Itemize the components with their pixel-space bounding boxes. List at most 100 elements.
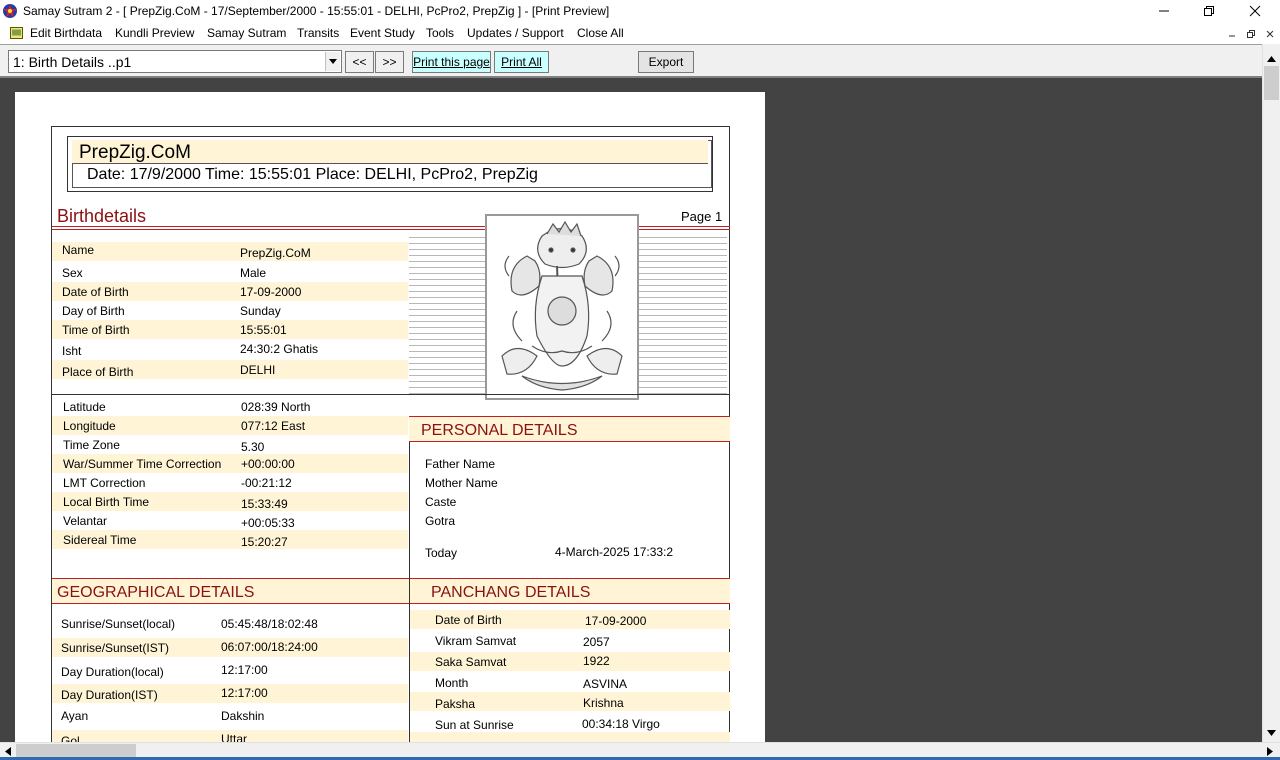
mdi-close-button[interactable] bbox=[1263, 27, 1277, 40]
restore-icon bbox=[1204, 6, 1214, 16]
field-value: Krishna bbox=[583, 696, 624, 710]
field-value: 2057 bbox=[583, 635, 610, 649]
row-stripe bbox=[410, 732, 730, 742]
export-button[interactable]: Export bbox=[638, 51, 694, 73]
ganesha-icon bbox=[501, 220, 623, 391]
field-value: DELHI bbox=[240, 363, 276, 377]
scroll-up-icon[interactable] bbox=[1267, 56, 1276, 62]
field-value: Sunday bbox=[240, 304, 281, 318]
field-label: Gol bbox=[61, 734, 80, 742]
app-logo-icon bbox=[3, 4, 17, 18]
field-label: Paksha bbox=[435, 697, 476, 711]
document-icon bbox=[10, 27, 23, 39]
restore-button[interactable] bbox=[1186, 0, 1232, 22]
menu-transits[interactable]: Transits bbox=[297, 26, 339, 40]
divider bbox=[52, 394, 730, 395]
field-value: 17-09-2000 bbox=[585, 614, 647, 628]
close-button[interactable] bbox=[1232, 0, 1278, 22]
next-page-button[interactable]: >> bbox=[375, 51, 404, 73]
field-label: Sunrise/Sunset(local) bbox=[61, 617, 176, 631]
field-value: +00:00:00 bbox=[241, 457, 295, 471]
page-select-value: 1: Birth Details ..p1 bbox=[13, 54, 132, 70]
field-label: Father Name bbox=[425, 457, 496, 471]
menu-tools[interactable]: Tools bbox=[426, 26, 454, 40]
title-bar: Samay Sutram 2 - [ PrepZig.CoM - 17/Sept… bbox=[0, 0, 1280, 22]
field-label: Day of Birth bbox=[62, 304, 125, 318]
field-label: Place of Birth bbox=[62, 365, 134, 379]
field-label: Sunrise/Sunset(IST) bbox=[61, 641, 170, 655]
menu-event-study[interactable]: Event Study bbox=[350, 26, 415, 40]
field-label: Mother Name bbox=[425, 476, 498, 490]
mdi-restore-button[interactable] bbox=[1244, 27, 1258, 40]
minimize-icon bbox=[1159, 10, 1169, 12]
close-icon bbox=[1249, 5, 1261, 17]
geographical-details-heading: GEOGRAPHICAL DETAILS bbox=[57, 584, 255, 601]
menu-kundli-preview[interactable]: Kundli Preview bbox=[115, 26, 194, 40]
field-value: 06:07:00/18:24:00 bbox=[221, 640, 318, 654]
menu-updates-support[interactable]: Updates / Support bbox=[467, 26, 564, 40]
chevron-down-icon[interactable] bbox=[325, 52, 340, 71]
field-label: Time of Birth bbox=[62, 323, 130, 337]
panchang-details-heading: PANCHANG DETAILS bbox=[431, 584, 591, 601]
field-value: 17-09-2000 bbox=[240, 285, 302, 299]
field-label: Latitude bbox=[63, 400, 106, 414]
scroll-down-icon[interactable] bbox=[1267, 730, 1276, 736]
field-value: Dakshin bbox=[221, 709, 265, 723]
field-label: Isht bbox=[62, 344, 82, 358]
ganesha-illustration bbox=[485, 214, 639, 400]
field-value: 15:20:27 bbox=[241, 535, 288, 549]
field-value: Uttar bbox=[221, 732, 248, 742]
personal-details-heading: PERSONAL DETAILS bbox=[421, 422, 578, 439]
column-divider bbox=[409, 578, 410, 604]
field-label: Name bbox=[62, 243, 95, 257]
field-label: Velantar bbox=[63, 514, 108, 528]
print-all-button[interactable]: Print All bbox=[494, 51, 549, 73]
print-page-button[interactable]: Print this page bbox=[412, 51, 491, 73]
field-label: Vikram Samvat bbox=[435, 634, 517, 648]
minimize-button[interactable] bbox=[1141, 0, 1187, 22]
scroll-left-icon[interactable] bbox=[5, 747, 11, 756]
menu-edit-birthdata[interactable]: Edit Birthdata bbox=[30, 26, 102, 40]
report-page: PrepZig.CoM Date: 17/9/2000 Time: 15:55:… bbox=[15, 92, 765, 742]
field-value: -00:21:12 bbox=[241, 476, 292, 490]
field-label: LMT Correction bbox=[63, 476, 146, 490]
field-value: 5.30 bbox=[241, 440, 265, 454]
page-number: Page 1 bbox=[681, 209, 723, 224]
field-value: ASVINA bbox=[583, 677, 628, 691]
field-label: Date of Birth bbox=[435, 613, 502, 627]
page-select[interactable]: 1: Birth Details ..p1 bbox=[8, 50, 342, 73]
row-stripe bbox=[52, 242, 408, 261]
report-title: PrepZig.CoM bbox=[72, 140, 708, 164]
field-label: Caste bbox=[425, 495, 457, 509]
previous-page-button[interactable]: << bbox=[345, 51, 374, 73]
field-label: Month bbox=[435, 676, 469, 690]
report-subtitle: Date: 17/9/2000 Time: 15:55:01 Place: DE… bbox=[87, 166, 538, 183]
field-label: Ayan bbox=[61, 709, 89, 723]
field-value: 028:39 North bbox=[241, 400, 311, 414]
close-icon bbox=[1266, 30, 1274, 37]
field-value: +00:05:33 bbox=[241, 516, 295, 530]
field-label: Sex bbox=[62, 266, 83, 280]
field-label: War/Summer Time Correction bbox=[63, 457, 222, 471]
field-value: 1922 bbox=[583, 654, 610, 668]
field-value: 12:17:00 bbox=[221, 686, 268, 700]
field-label: Sidereal Time bbox=[63, 533, 137, 547]
field-label: Time Zone bbox=[63, 438, 120, 452]
field-label: Date of Birth bbox=[62, 285, 129, 299]
scroll-right-icon[interactable] bbox=[1267, 747, 1273, 756]
field-label: Local Birth Time bbox=[63, 495, 150, 509]
field-label: Longitude bbox=[63, 419, 116, 433]
today-label: Today bbox=[425, 546, 458, 560]
vertical-scroll-thumb[interactable] bbox=[1264, 66, 1279, 100]
menu-samay-sutram[interactable]: Samay Sutram bbox=[207, 26, 286, 40]
window-title: Samay Sutram 2 - [ PrepZig.CoM - 17/Sept… bbox=[23, 4, 610, 18]
vertical-scrollbar[interactable] bbox=[1262, 44, 1280, 742]
field-value: 15:33:49 bbox=[241, 497, 288, 511]
mdi-minimize-button[interactable] bbox=[1225, 27, 1239, 40]
field-label: Saka Samvat bbox=[435, 655, 507, 669]
menu-close-all[interactable]: Close All bbox=[577, 26, 624, 40]
field-value: 00:34:18 Virgo bbox=[582, 717, 660, 731]
field-value: 077:12 East bbox=[241, 419, 306, 433]
field-label: Gotra bbox=[425, 514, 456, 528]
field-value: 05:45:48/18:02:48 bbox=[221, 617, 318, 631]
